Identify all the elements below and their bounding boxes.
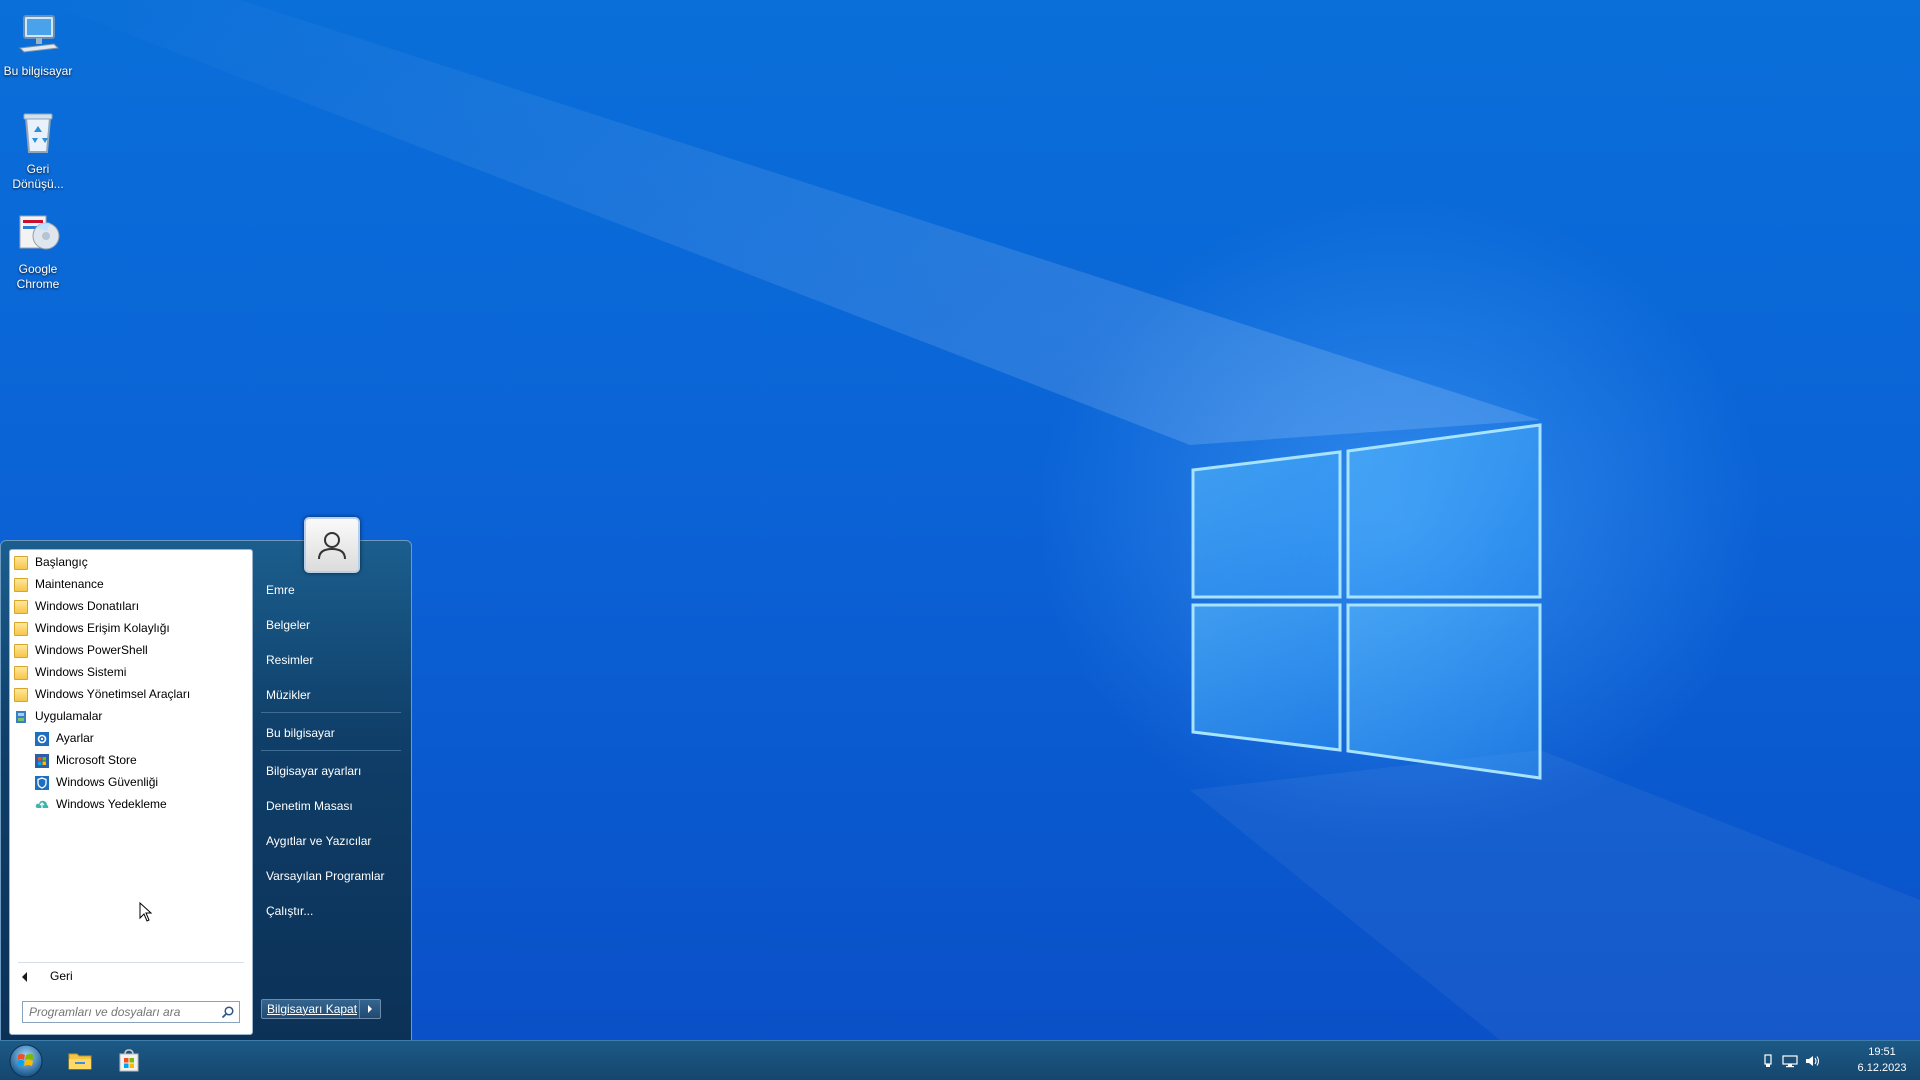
shield-icon: [35, 775, 49, 790]
back-label: Geri: [50, 969, 73, 983]
store-icon: [35, 753, 49, 768]
app-label: Windows Yedekleme: [56, 797, 167, 811]
user-avatar[interactable]: [304, 517, 360, 573]
desktop-icon-label: Geri Dönüşü...: [12, 162, 64, 191]
link-user-folder[interactable]: Emre: [266, 579, 295, 601]
clock-date: 6.12.2023: [1857, 1062, 1907, 1074]
program-folder-accessories[interactable]: Windows Donatıları: [14, 596, 139, 617]
volume-icon[interactable]: [1804, 1053, 1820, 1069]
apps-folder-icon: [16, 710, 26, 723]
chevron-right-icon: [368, 1005, 372, 1013]
program-folder-apps[interactable]: Uygulamalar: [14, 706, 102, 727]
link-default-programs[interactable]: Varsayılan Programlar: [266, 865, 385, 887]
app-label: Windows Güvenliği: [56, 775, 159, 789]
shutdown-options-button[interactable]: [359, 1000, 380, 1018]
program-label: Windows Sistemi: [35, 665, 127, 679]
link-music[interactable]: Müzikler: [266, 684, 311, 706]
program-label: Windows Erişim Kolaylığı: [35, 621, 170, 635]
taskbar-file-explorer[interactable]: [60, 1045, 100, 1077]
link-this-pc[interactable]: Bu bilgisayar: [266, 722, 335, 744]
recycle-bin-icon: [23, 113, 53, 153]
app-windows-backup[interactable]: Windows Yedekleme: [35, 794, 167, 815]
network-icon[interactable]: [1782, 1053, 1798, 1069]
shutdown-label: Bilgisayarı Kapat: [267, 1002, 358, 1016]
chrome-installer-icon: [19, 215, 60, 250]
desktop-icon-recycle-bin[interactable]: Geri Dönüşü...: [2, 108, 74, 192]
desktop-icon-label: Google Chrome: [16, 262, 60, 291]
link-devices-printers[interactable]: Aygıtlar ve Yazıcılar: [266, 830, 371, 852]
search-icon[interactable]: [221, 1005, 235, 1019]
settings-icon: [35, 731, 49, 746]
program-folder-admin-tools[interactable]: Windows Yönetimsel Araçları: [14, 684, 190, 705]
file-explorer-icon: [68, 1053, 92, 1070]
app-windows-security[interactable]: Windows Güvenliği: [35, 772, 158, 793]
program-folder-startup[interactable]: Başlangıç: [14, 552, 88, 573]
app-label: Ayarlar: [56, 731, 94, 745]
usb-device-icon[interactable]: [1760, 1053, 1776, 1069]
search-field[interactable]: [22, 1001, 240, 1023]
folder-icon: [14, 621, 28, 636]
folder-icon: [14, 687, 28, 702]
clock[interactable]: 19:51 6.12.2023: [1854, 1044, 1910, 1076]
desktop-icon-google-chrome[interactable]: Google Chrome: [2, 208, 74, 292]
windows-logo: [1191, 423, 1542, 780]
desktop-icon-this-pc[interactable]: Bu bilgisayar: [2, 10, 74, 79]
desktop: Bu bilgisayar Geri Dönüşü... Google Chro…: [0, 0, 1920, 1080]
programs-panel: Başlangıç Maintenance Windows Donatıları…: [9, 549, 253, 1035]
folder-icon: [14, 599, 28, 614]
search-input[interactable]: [29, 1003, 209, 1021]
folder-icon: [14, 665, 28, 680]
program-label: Windows Yönetimsel Araçları: [35, 687, 191, 701]
user-icon: [318, 532, 346, 560]
program-label: Maintenance: [35, 577, 104, 591]
link-documents[interactable]: Belgeler: [266, 614, 310, 636]
desktop-icon-label: Bu bilgisayar: [3, 64, 73, 78]
taskbar-microsoft-store[interactable]: [109, 1045, 149, 1077]
program-folder-windows-system[interactable]: Windows Sistemi: [14, 662, 126, 683]
app-microsoft-store[interactable]: Microsoft Store: [35, 750, 137, 771]
mouse-cursor-icon: [139, 902, 153, 922]
shutdown-button[interactable]: Bilgisayarı Kapat: [261, 999, 381, 1019]
app-label: Microsoft Store: [56, 753, 137, 767]
system-tray: 19:51 6.12.2023: [1760, 1041, 1910, 1080]
link-run[interactable]: Çalıştır...: [266, 900, 313, 922]
clock-time: 19:51: [1868, 1046, 1896, 1058]
folder-icon: [14, 555, 28, 570]
back-button[interactable]: Geri: [18, 962, 244, 989]
link-control-panel[interactable]: Denetim Masası: [266, 795, 353, 817]
start-menu: Başlangıç Maintenance Windows Donatıları…: [0, 517, 412, 1042]
folder-icon: [14, 643, 28, 658]
menu-divider: [261, 750, 401, 751]
backup-icon: [35, 800, 49, 809]
taskbar: 19:51 6.12.2023: [0, 1040, 1920, 1080]
folder-icon: [14, 577, 28, 592]
computer-icon: [18, 15, 60, 53]
store-icon: [119, 1049, 139, 1072]
link-pc-settings[interactable]: Bilgisayar ayarları: [266, 760, 361, 782]
program-label: Windows PowerShell: [35, 643, 148, 657]
back-arrow-icon: [22, 972, 27, 982]
start-button[interactable]: [8, 1043, 44, 1079]
link-pictures[interactable]: Resimler: [266, 649, 313, 671]
program-folder-maintenance[interactable]: Maintenance: [14, 574, 104, 595]
program-label: Uygulamalar: [35, 709, 103, 723]
program-label: Başlangıç: [35, 555, 88, 569]
menu-divider: [261, 712, 401, 713]
program-folder-powershell[interactable]: Windows PowerShell: [14, 640, 148, 661]
app-settings[interactable]: Ayarlar: [35, 728, 94, 749]
program-label: Windows Donatıları: [35, 599, 140, 613]
program-folder-ease-of-access[interactable]: Windows Erişim Kolaylığı: [14, 618, 170, 639]
